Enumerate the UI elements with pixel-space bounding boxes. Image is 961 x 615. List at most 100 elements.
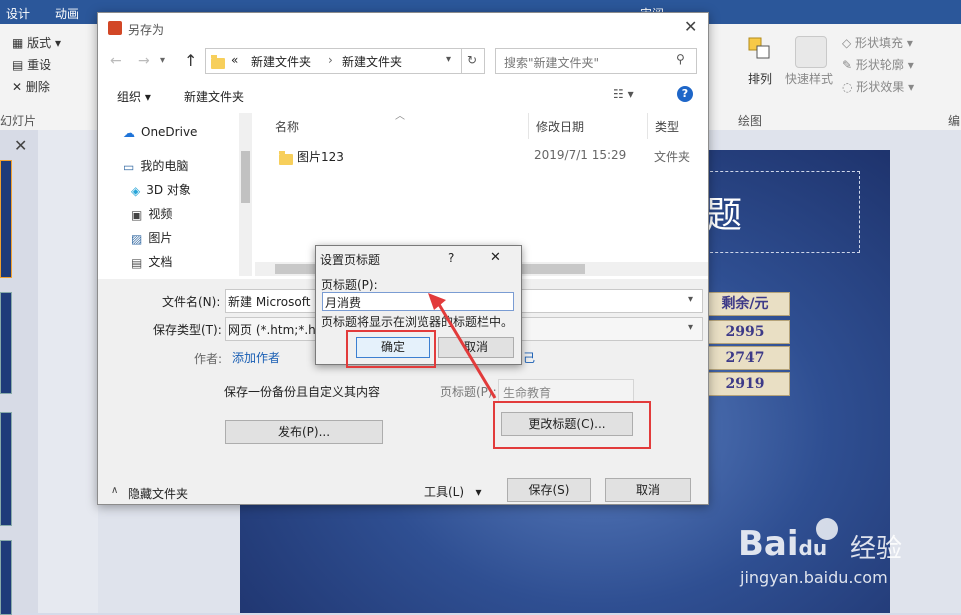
tools-button[interactable]: 工具(L) ▾ [424, 483, 482, 500]
tree-scrollbar-thumb[interactable] [241, 151, 250, 203]
cancel-button[interactable]: 取消 [605, 478, 691, 502]
column-divider [528, 113, 529, 139]
title-placeholder[interactable]: 题 [705, 171, 860, 253]
close-panel-icon[interactable]: ✕ [14, 136, 27, 155]
new-folder-button[interactable]: 新建文件夹 [184, 88, 244, 105]
cancel-button[interactable]: 取消 [438, 337, 514, 358]
slide-thumbnail[interactable] [0, 292, 12, 394]
tree-item-pictures[interactable]: ▨ 图片 [131, 229, 172, 246]
watermark-cn: 经验 [850, 534, 903, 564]
delete-button[interactable]: ✕ 删除 [12, 78, 50, 95]
quick-styles-icon [795, 36, 827, 68]
page-title-hint: 页标题将显示在浏览器的标题栏中。 [321, 315, 514, 329]
page-title-field: 生命教育 [498, 379, 634, 403]
breadcrumb-separator-icon: › [328, 53, 333, 67]
arrange-icon [747, 36, 773, 64]
page-title-label: 页标题(P): [440, 385, 497, 399]
chevron-down-icon[interactable]: ▾ [688, 294, 693, 305]
search-box[interactable]: 搜索"新建文件夹" ⚲ [495, 48, 697, 74]
column-header-date[interactable]: 修改日期 [536, 118, 584, 135]
file-type: 文件夹 [654, 150, 691, 164]
tab-design[interactable]: 设计 [6, 5, 30, 22]
help-icon[interactable]: ? [448, 251, 454, 265]
watermark-brand: Baidu [738, 524, 828, 564]
organize-button[interactable]: 组织 ▾ [117, 88, 151, 105]
reset-button[interactable]: ▤ 重设 [12, 56, 51, 73]
file-date: 2019/7/1 15:29 [534, 148, 627, 162]
search-input[interactable]: 搜索"新建文件夹" [504, 54, 599, 71]
column-header-name[interactable]: 名称 [275, 118, 299, 135]
baidu-watermark: Baidu 经验 jingyan.baidu.com [738, 518, 938, 590]
arrange-button[interactable]: 排列 [748, 70, 772, 87]
quick-styles-button[interactable]: 快速样式 [785, 70, 833, 87]
search-icon: ⚲ [676, 52, 685, 66]
slide-thumbnail[interactable] [0, 412, 12, 526]
slide-thumbnail[interactable] [0, 540, 12, 615]
breadcrumb-overflow[interactable]: « [231, 53, 238, 67]
tree-item-3d-objects[interactable]: ◈ 3D 对象 [131, 181, 191, 198]
address-bar[interactable]: « 新建文件夹 › 新建文件夹 ▾ [205, 48, 462, 74]
backup-description: 保存一份备份且自定义其内容 [224, 385, 381, 399]
recent-dropdown-icon[interactable]: ▾ [160, 55, 165, 66]
navigation-pane: ☁ OneDrive ▭ 我的电脑 ◈ 3D 对象 ▣ 视频 ▨ 图片 ▤ 文档 [98, 111, 253, 276]
powerpoint-icon [108, 21, 122, 35]
table-header-cell: 剩余/元 [700, 292, 790, 316]
tree-item-onedrive[interactable]: ☁ OneDrive [123, 125, 197, 140]
table-cell: 2747 [700, 346, 790, 370]
tree-item-documents[interactable]: ▤ 文档 [131, 253, 172, 270]
shape-outline-button[interactable]: ✎ 形状轮廓 ▾ [842, 56, 914, 73]
refresh-icon: ↻ [467, 53, 478, 67]
shape-effects-button[interactable]: ◌ 形状效果 ▾ [842, 78, 914, 95]
up-arrow-icon[interactable]: ↑ [184, 51, 197, 70]
page-title-input-value: 月消费 [325, 296, 362, 310]
save-button[interactable]: 保存(S) [507, 478, 591, 502]
slide-title: 题 [706, 195, 743, 236]
file-name: 图片123 [297, 150, 344, 164]
filename-value: 新建 Microsoft [228, 295, 311, 309]
chevron-down-icon[interactable]: ▾ [446, 54, 451, 65]
document-icon: ▤ [131, 255, 143, 270]
close-icon[interactable]: ✕ [684, 17, 697, 36]
tags-link-partial[interactable]: 己 [523, 349, 535, 366]
cube-icon: ◈ [131, 183, 141, 198]
computer-icon: ▭ [123, 159, 135, 174]
chevron-up-icon[interactable]: ∧ [111, 485, 118, 496]
filename-label: 文件名(N): [162, 295, 221, 309]
chevron-down-icon[interactable]: ▾ [688, 322, 693, 333]
tree-item-this-pc[interactable]: ▭ 我的电脑 [123, 157, 188, 174]
tree-item-videos[interactable]: ▣ 视频 [131, 205, 172, 222]
paw-icon [816, 518, 838, 540]
publish-button[interactable]: 发布(P)... [225, 420, 383, 444]
page-title-field-label: 页标题(P): [321, 278, 378, 292]
page-title-value: 生命教育 [503, 386, 552, 400]
filetype-label: 保存类型(T): [153, 323, 222, 337]
breadcrumb-item[interactable]: 新建文件夹 [251, 53, 311, 70]
table-row[interactable]: 图片123 2019/7/1 15:29 文件夹 [270, 145, 708, 167]
thumbnail-strip [38, 130, 98, 613]
view-options-icon[interactable]: ☷ ▾ [613, 87, 634, 101]
column-divider [647, 113, 648, 139]
back-arrow-icon[interactable]: ← [110, 53, 122, 69]
shape-fill-button[interactable]: ◇ 形状填充 ▾ [842, 34, 913, 51]
forward-arrow-icon[interactable]: → [138, 53, 150, 69]
close-icon[interactable]: ✕ [490, 250, 501, 265]
dialog-title: 另存为 [128, 23, 165, 37]
breadcrumb-item[interactable]: 新建文件夹 [342, 53, 402, 70]
sort-up-icon: ︿ [395, 111, 405, 122]
add-author-link[interactable]: 添加作者 [232, 349, 280, 366]
author-label: 作者: [194, 352, 223, 366]
hide-folders-button[interactable]: 隐藏文件夹 [128, 485, 188, 502]
dialog-title: 设置页标题 [320, 253, 381, 267]
slide-thumbnail[interactable] [0, 160, 12, 278]
refresh-button[interactable]: ↻ [461, 48, 485, 74]
group-drawing: 绘图 [738, 114, 763, 128]
table-cell: 2919 [700, 372, 790, 396]
page-title-input[interactable]: 月消费 [322, 292, 514, 311]
help-icon[interactable]: ? [677, 86, 693, 102]
tab-animation[interactable]: 动画 [55, 5, 79, 22]
tree-scrollbar[interactable] [239, 113, 252, 276]
film-icon: ▣ [131, 207, 143, 222]
layout-button[interactable]: ▦ 版式 ▾ [12, 34, 61, 51]
column-header-type[interactable]: 类型 [655, 118, 679, 135]
cloud-icon: ☁ [123, 125, 135, 140]
